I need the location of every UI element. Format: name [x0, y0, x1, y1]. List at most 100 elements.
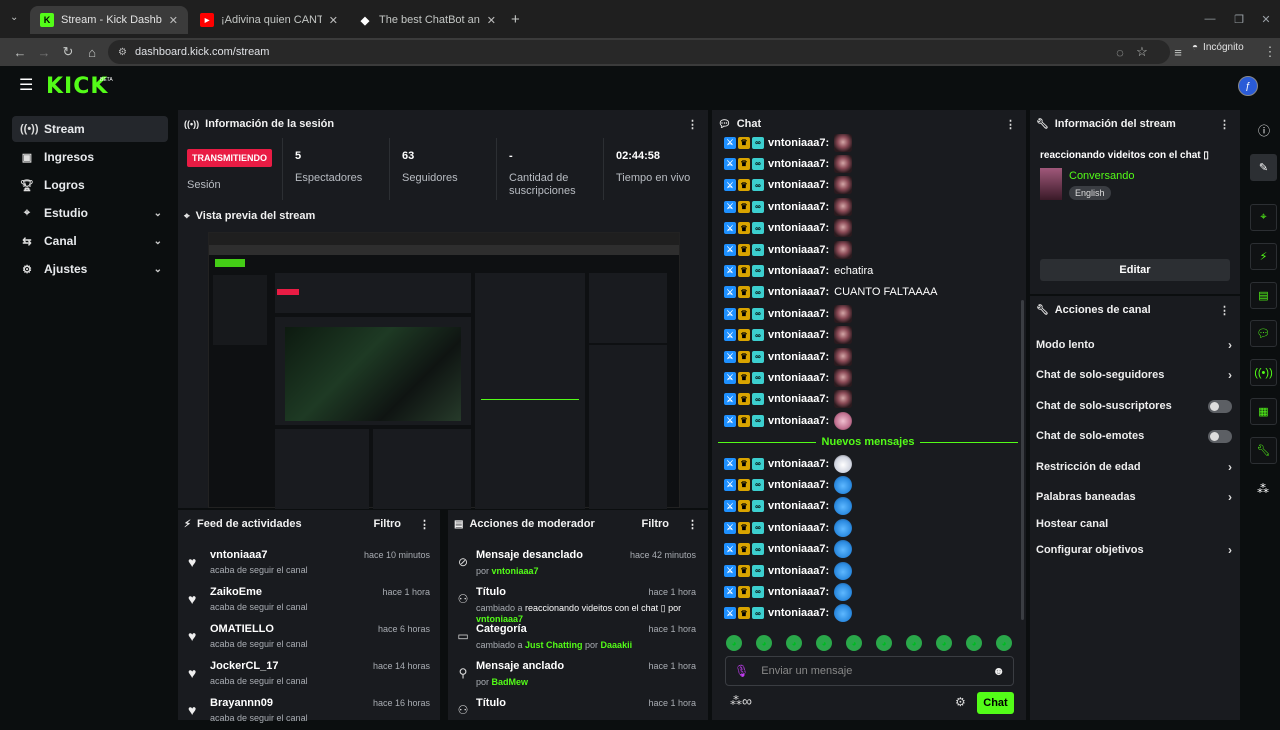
sidebar-item-stream[interactable]: ((•)) Stream — [12, 116, 168, 142]
wrench-icon[interactable]: 🔧︎ — [1250, 437, 1277, 464]
activity-username[interactable]: JockerCL_17 — [210, 660, 279, 672]
chat-username[interactable]: vntoniaaa7: — [768, 351, 829, 363]
reading-list-icon[interactable]: ≡ — [1166, 40, 1190, 64]
toggle-switch[interactable] — [1208, 429, 1232, 443]
chat-username[interactable]: vntoniaaa7: — [768, 244, 829, 256]
chat-username[interactable]: vntoniaaa7: — [768, 372, 829, 384]
activity-username[interactable]: OMATIELLO — [210, 623, 274, 635]
reload-icon[interactable]: ↻ — [56, 40, 80, 64]
send-chat-button[interactable]: Chat — [977, 692, 1014, 714]
back-icon[interactable]: ← — [8, 40, 32, 64]
emoji-icon[interactable]: ☻ — [992, 664, 1005, 678]
sidebar-item-canal[interactable]: ⇆ Canal ⌄ — [12, 228, 168, 254]
quick-emote-icon[interactable]: ◕ — [966, 635, 982, 651]
quick-emote-icon[interactable]: ◕ — [936, 635, 952, 651]
forward-icon[interactable]: → — [32, 40, 56, 64]
studio-icon[interactable]: ⌖ — [1250, 204, 1277, 231]
quick-emote-icon[interactable]: ◕ — [816, 635, 832, 651]
quick-emote-icon[interactable]: ◕ — [996, 635, 1012, 651]
moderator-icon[interactable]: ▦ — [1250, 398, 1277, 425]
moderator-user-link[interactable]: BadMew — [492, 677, 529, 687]
activity-username[interactable]: vntoniaaa7 — [210, 549, 267, 561]
more-options-icon[interactable]: ⋮ — [1005, 118, 1016, 131]
chat-username[interactable]: vntoniaaa7: — [768, 137, 829, 149]
activity-item[interactable]: ♥ vntoniaaa7 acaba de seguir el canal hace … — [178, 545, 440, 582]
quick-emote-icon[interactable]: ◕ — [846, 635, 862, 651]
info-icon[interactable]: ⓘ — [1258, 122, 1270, 139]
channel-action-item[interactable]: Hostear canal — [1036, 512, 1232, 536]
chat-username[interactable]: vntoniaaa7: — [768, 565, 829, 577]
tracking-protection-icon[interactable]: ◌ — [1108, 40, 1132, 64]
channel-action-item[interactable]: Chat de solo-suscriptores — [1036, 394, 1232, 418]
sidebar-item-logros[interactable]: 🏆︎ Logros — [12, 172, 168, 198]
chat-username[interactable]: vntoniaaa7: — [768, 522, 829, 534]
chat-username[interactable]: vntoniaaa7: — [768, 308, 829, 320]
browser-tab-kick[interactable]: K Stream - Kick Dashboard ✕ — [30, 6, 188, 34]
chat-username[interactable]: vntoniaaa7: — [768, 222, 829, 234]
channel-action-item[interactable]: Chat de solo-seguidores › — [1036, 363, 1232, 387]
more-options-icon[interactable]: ⋮ — [1219, 118, 1230, 131]
user-avatar[interactable]: ƒ — [1238, 76, 1258, 96]
more-options-icon[interactable]: ⋮ — [687, 118, 698, 131]
activity-username[interactable]: ZaikoEme — [210, 586, 262, 598]
channel-action-item[interactable]: Palabras baneadas › — [1036, 485, 1232, 509]
chat-username[interactable]: vntoniaaa7: — [768, 543, 829, 555]
microphone-icon[interactable]: 🎙︎ — [734, 664, 749, 678]
chat-username[interactable]: vntoniaaa7: — [768, 500, 829, 512]
more-options-icon[interactable]: ⋮ — [687, 518, 698, 531]
site-info-icon[interactable]: ⚙ — [118, 47, 127, 58]
moderator-user-link[interactable]: Daaakii — [601, 640, 633, 650]
activity-item[interactable]: ♥ Brayannn09 acaba de seguir el canal hace … — [178, 693, 440, 730]
activity-item[interactable]: ♥ JockerCL_17 acaba de seguir el canal hace… — [178, 656, 440, 693]
close-window-icon[interactable]: ✕ — [1254, 10, 1278, 28]
lightning-icon[interactable]: ⚡︎ — [1250, 243, 1277, 270]
close-tab-icon[interactable]: ✕ — [169, 14, 178, 27]
chat-username[interactable]: vntoniaaa7: — [768, 415, 829, 427]
tab-search-chevron-icon[interactable]: ⌄ — [10, 12, 18, 23]
toggle-switch[interactable] — [1208, 399, 1232, 413]
hamburger-menu-icon[interactable]: ☰ — [19, 78, 33, 94]
restore-icon[interactable]: ❐ — [1227, 10, 1251, 28]
activity-username[interactable]: Brayannn09 — [210, 697, 273, 709]
moderator-user-link[interactable]: Just Chatting — [525, 640, 583, 650]
quick-emote-icon[interactable]: ◕ — [756, 635, 772, 651]
browser-tab-chatbot[interactable]: ◆ The best ChatBot and Widgets ✕ — [348, 6, 506, 34]
document-icon[interactable]: ▤ — [1250, 282, 1277, 309]
quick-emote-icon[interactable]: ◕ — [786, 635, 802, 651]
chat-username[interactable]: vntoniaaa7: — [768, 265, 829, 277]
more-options-icon[interactable]: ⋮ — [419, 518, 430, 531]
gear-icon[interactable]: ⚙ — [955, 695, 966, 709]
channel-action-item[interactable]: Configurar objetivos › — [1036, 538, 1232, 562]
quick-emote-icon[interactable]: ◕ — [726, 635, 742, 651]
chat-settings-icon[interactable]: ⁂ — [730, 694, 742, 708]
chat-username[interactable]: vntoniaaa7: — [768, 158, 829, 170]
moderator-user-link[interactable]: vntoniaaa7 — [492, 566, 539, 576]
edit-button[interactable]: Editar — [1040, 259, 1230, 281]
more-options-icon[interactable]: ⋮ — [1219, 304, 1230, 317]
chat-username[interactable]: vntoniaaa7: — [768, 586, 829, 598]
chat-username[interactable]: vntoniaaa7: — [768, 479, 829, 491]
new-tab-button[interactable]: + — [511, 11, 520, 28]
filter-button[interactable]: Filtro — [642, 518, 670, 530]
chat-username[interactable]: vntoniaaa7: — [768, 286, 829, 298]
activity-item[interactable]: ♥ OMATIELLO acaba de seguir el canal hace 6… — [178, 619, 440, 656]
chat-username[interactable]: vntoniaaa7: — [768, 393, 829, 405]
chat-username[interactable]: vntoniaaa7: — [768, 179, 829, 191]
bookmark-star-icon[interactable]: ☆ — [1130, 40, 1154, 64]
incognito-indicator[interactable]: ◓ Incógnito — [1192, 42, 1244, 53]
chat-username[interactable]: vntoniaaa7: — [768, 201, 829, 213]
close-tab-icon[interactable]: ✕ — [487, 14, 496, 27]
apps-icon[interactable]: ⁂ — [1257, 482, 1269, 496]
home-icon[interactable]: ⌂ — [80, 40, 104, 64]
filter-button[interactable]: Filtro — [374, 518, 402, 530]
quick-emote-icon[interactable]: ◕ — [906, 635, 922, 651]
chat-username[interactable]: vntoniaaa7: — [768, 607, 829, 619]
chat-username[interactable]: vntoniaaa7: — [768, 458, 829, 470]
activity-item[interactable]: ♥ ZaikoEme acaba de seguir el canal hace 1 … — [178, 582, 440, 619]
stream-preview-video[interactable] — [208, 232, 680, 509]
category-link[interactable]: Conversando — [1069, 170, 1134, 182]
address-bar[interactable]: ⚙ dashboard.kick.com/stream — [108, 40, 1170, 64]
minimize-icon[interactable]: — — [1198, 10, 1222, 28]
channel-action-item[interactable]: Restricción de edad › — [1036, 455, 1232, 479]
browser-tab-youtube[interactable]: ▶ ¡Adivina quien CANTA! Recono ✕ — [190, 6, 348, 34]
